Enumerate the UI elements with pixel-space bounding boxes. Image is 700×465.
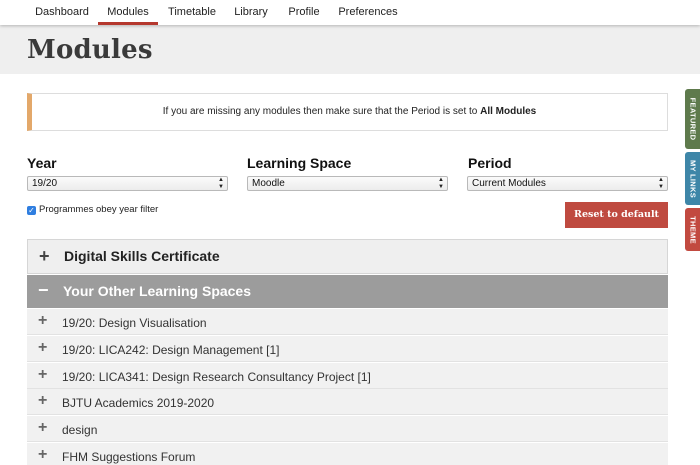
select-arrows-icon: ▲ ▼ — [438, 177, 444, 190]
side-tab-theme[interactable]: THEME — [685, 208, 700, 251]
select-arrows-icon: ▲ ▼ — [658, 177, 664, 190]
list-item-label: 19/20: LICA341: Design Research Consulta… — [62, 370, 371, 384]
list-item-label: 19/20: Design Visualisation — [62, 316, 207, 330]
select-arrows-icon: ▲ ▼ — [218, 177, 224, 190]
list-item-label: design — [62, 423, 98, 437]
side-tab-featured-label: FEATURED — [688, 97, 697, 141]
list-item[interactable]: + BJTU Academics 2019-2020 — [27, 389, 668, 415]
tab-preferences[interactable]: Preferences — [336, 0, 400, 25]
list-item-label: BJTU Academics 2019-2020 — [62, 396, 215, 410]
learning-space-select[interactable]: Moodle ▲ ▼ — [247, 176, 448, 191]
collapse-minus-icon: − — [38, 280, 49, 300]
year-select-value: 19/20 — [32, 178, 58, 189]
tab-profile[interactable]: Profile — [284, 0, 324, 25]
list-item[interactable]: + design — [27, 416, 668, 442]
programmes-filter-label: Programmes obey year filter — [39, 204, 159, 215]
side-tab-my-links[interactable]: MY LINKS — [685, 152, 700, 205]
list-item[interactable]: + 19/20: LICA242: Design Management [1] — [27, 336, 668, 362]
tab-dashboard[interactable]: Dashboard — [30, 0, 94, 25]
tab-library[interactable]: Library — [230, 0, 272, 25]
page-title: Modules — [27, 35, 153, 65]
side-tab-my-links-label: MY LINKS — [688, 159, 697, 198]
year-select[interactable]: 19/20 ▲ ▼ — [27, 176, 228, 191]
expand-plus-icon: + — [38, 366, 48, 383]
expand-plus-icon: + — [38, 392, 48, 409]
list-item-label: 19/20: LICA242: Design Management [1] — [62, 343, 280, 357]
side-tab-featured[interactable]: FEATURED — [685, 89, 700, 149]
notice-highlight: All Modules — [480, 106, 537, 117]
list-item[interactable]: + 19/20: Design Visualisation — [27, 309, 668, 335]
expand-plus-icon: + — [38, 419, 48, 436]
tab-modules[interactable]: Modules — [98, 0, 158, 25]
period-select-value: Current Modules — [472, 178, 546, 189]
side-tab-theme-label: THEME — [688, 215, 697, 244]
expand-plus-icon: + — [38, 339, 48, 356]
section-digital-skills[interactable]: + Digital Skills Certificate — [27, 239, 668, 274]
tab-timetable[interactable]: Timetable — [164, 0, 220, 25]
list-item[interactable]: + FHM Suggestions Forum — [27, 443, 668, 465]
expand-plus-icon: + — [39, 246, 50, 266]
period-label: Period — [468, 155, 512, 171]
notice-text: If you are missing any modules then make… — [162, 106, 481, 117]
reset-to-default-button[interactable]: Reset to default — [565, 202, 668, 228]
top-nav: Dashboard Modules Timetable Library Prof… — [0, 0, 700, 25]
expand-plus-icon: + — [38, 446, 48, 463]
section-other-learning-spaces[interactable]: − Your Other Learning Spaces — [27, 275, 668, 308]
learning-space-label: Learning Space — [247, 155, 352, 171]
list-item-label: FHM Suggestions Forum — [62, 450, 196, 464]
learning-space-select-value: Moodle — [252, 178, 285, 189]
year-label: Year — [27, 155, 57, 171]
period-select[interactable]: Current Modules ▲ ▼ — [467, 176, 668, 191]
programmes-filter-checkbox[interactable]: ✓ — [27, 206, 36, 215]
list-item[interactable]: + 19/20: LICA341: Design Research Consul… — [27, 363, 668, 389]
period-notice: If you are missing any modules then make… — [27, 93, 668, 131]
section-digital-skills-label: Digital Skills Certificate — [64, 248, 220, 264]
expand-plus-icon: + — [38, 312, 48, 329]
programmes-filter-row: ✓ Programmes obey year filter — [27, 204, 158, 216]
section-other-learning-spaces-label: Your Other Learning Spaces — [63, 283, 252, 299]
